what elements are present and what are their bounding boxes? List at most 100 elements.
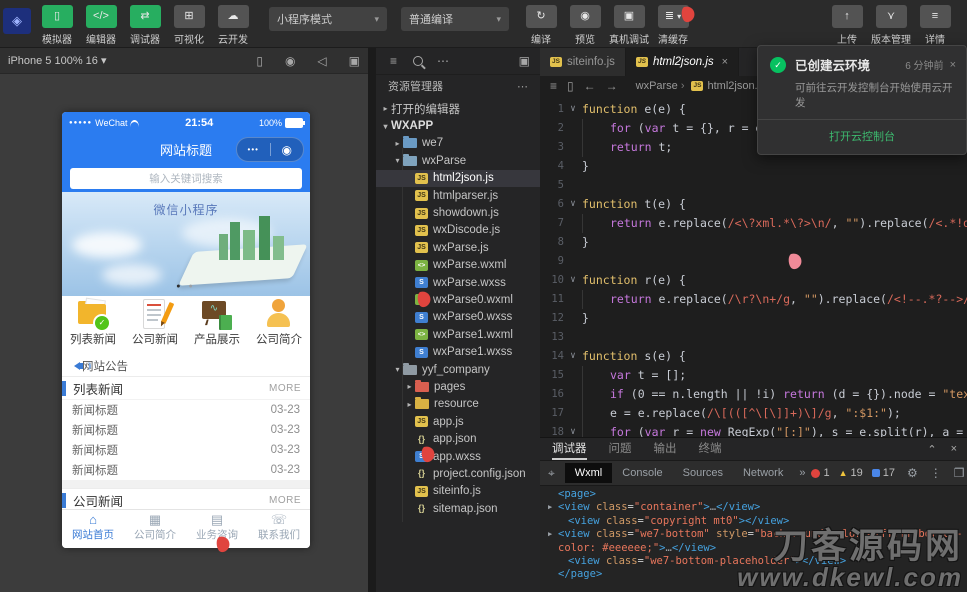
menu-icon[interactable]: ≡ [390, 54, 397, 68]
more-link[interactable]: MORE [269, 383, 301, 394]
tree-item[interactable]: {} project.config.json [376, 465, 540, 482]
tree-item[interactable]: ▸ resource [376, 396, 540, 413]
collapse-icon[interactable]: ⌃ [927, 443, 936, 456]
rotate-device-icon[interactable]: ▯ [256, 54, 263, 68]
tree-item[interactable]: ▾ WXAPP [376, 117, 540, 134]
grid-item-products[interactable]: ∿ 产品展示 [186, 296, 248, 356]
announcement-row[interactable]: 网站公告 [62, 356, 310, 376]
more-tabs-icon[interactable]: » [799, 467, 805, 479]
tree-item[interactable]: <>wxParse0.wxml [376, 291, 540, 308]
toolbar-button-cloud-dev[interactable]: ☁ 云开发 [213, 5, 253, 46]
expand-arrow-icon[interactable]: ▶ [548, 501, 558, 514]
tree-item[interactable]: ▸ 打开的编辑器 [376, 100, 540, 117]
split-editor-icon[interactable]: ▣ [519, 54, 530, 68]
device-selector[interactable]: iPhone 5 100% 16 ▾ [8, 54, 107, 67]
tree-item[interactable]: JS siteinfo.js [376, 483, 540, 500]
tree-item[interactable]: JS wxDiscode.js [376, 222, 540, 239]
toolbar-button-upload[interactable]: ↑ 上传 [827, 5, 867, 46]
news-row[interactable]: 新闻标题 03-23 [62, 440, 310, 460]
ellipsis-icon[interactable]: ⋯ [437, 54, 449, 68]
bookmark-icon[interactable]: ▯ [567, 79, 574, 93]
tree-item[interactable]: SwxParse.wxss [376, 274, 540, 291]
tabbar-item-building[interactable]: ▦ 公司简介 [124, 510, 186, 548]
news-row[interactable]: 新闻标题 03-23 [62, 400, 310, 420]
debugger-tab-调试器[interactable]: 调试器 [552, 438, 587, 460]
toolbar-button-editor[interactable]: </> 编辑器 [81, 5, 121, 46]
tree-item[interactable]: <> wxParse1.wxml [376, 326, 540, 343]
grid-item-company-news[interactable]: 公司新闻 [124, 296, 186, 356]
inspect-element-icon[interactable]: ⌖ [548, 466, 555, 481]
tree-item[interactable]: ▸ we7 [376, 135, 540, 152]
tree-item[interactable]: SwxParse1.wxss [376, 343, 540, 360]
fold-arrow-icon[interactable]: ∨ [564, 195, 582, 214]
tree-item[interactable]: {} sitemap.json [376, 500, 540, 517]
more-menu-button[interactable]: ••• [237, 145, 270, 154]
error-icon[interactable] [811, 468, 821, 478]
search-input[interactable]: 输入关键词搜索 [70, 167, 302, 189]
toolbar-button-debugger[interactable]: ⇄ 调试器 [125, 5, 165, 46]
search-icon[interactable] [413, 56, 424, 66]
app-logo-icon[interactable]: ◈ [3, 8, 31, 34]
news-row[interactable]: 新闻标题 03-23 [62, 460, 310, 480]
explorer-more-icon[interactable]: ⋯ [517, 80, 528, 93]
info-icon[interactable] [871, 469, 880, 477]
banner-carousel[interactable]: 微信小程序 ● ● [62, 192, 310, 296]
wxml-node[interactable]: <page> [548, 488, 963, 501]
devtools-tab-wxml[interactable]: Wxml [564, 463, 613, 483]
debugger-tab-终端[interactable]: 终端 [699, 438, 722, 460]
tree-item[interactable]: {} app.json [376, 430, 540, 447]
kebab-menu-icon[interactable]: ⋮ [930, 466, 942, 480]
news-row[interactable]: 新闻标题 03-23 [62, 420, 310, 440]
tree-item[interactable]: JS wxParse.js [376, 239, 540, 256]
tabbar-item-home[interactable]: ⌂ 网站首页 [62, 510, 124, 548]
back-arrow-icon[interactable]: ← [584, 79, 596, 93]
devtools-tab-console[interactable]: Console [612, 463, 672, 483]
tree-item[interactable]: SwxParse0.wxss [376, 309, 540, 326]
multi-window-icon[interactable]: ▣ [349, 54, 360, 68]
toolbar-button-visualization[interactable]: ⊞ 可视化 [169, 5, 209, 46]
toolbar-button-preview[interactable]: ◉ 预览 [565, 5, 605, 46]
tree-item[interactable]: Sapp.wxss [376, 448, 540, 465]
devtools-tab-sources[interactable]: Sources [673, 463, 733, 483]
grid-item-news-list[interactable]: ✓ 列表新闻 [62, 296, 124, 356]
tree-item[interactable]: ▾ wxParse [376, 152, 540, 169]
tree-item[interactable]: ▸ pages [376, 378, 540, 395]
tree-item[interactable]: <> wxParse.wxml [376, 257, 540, 274]
tree-item[interactable]: ▾ yyf_company [376, 361, 540, 378]
close-tab-icon[interactable]: × [722, 56, 728, 68]
fold-arrow-icon[interactable]: ∨ [564, 347, 582, 366]
toolbar-button-details[interactable]: ≡ 详情 [915, 5, 955, 46]
toast-close-icon[interactable]: × [950, 59, 956, 71]
close-icon[interactable]: × [951, 443, 957, 455]
forward-arrow-icon[interactable]: → [606, 79, 618, 93]
tree-item[interactable]: JS showdown.js [376, 204, 540, 221]
tree-item[interactable]: JS htmlparser.js [376, 187, 540, 204]
open-cloud-console-button[interactable]: 打开云控制台 [758, 120, 966, 148]
menu-icon[interactable]: ≡ [550, 79, 557, 93]
toolbar-button-version-control[interactable]: ⋎ 版本管理 [871, 5, 911, 46]
wxml-node[interactable]: ▶ <view class="container">…</view> [548, 501, 963, 514]
toolbar-button-compile[interactable]: ↻ 编译 [521, 5, 561, 46]
more-link[interactable]: MORE [269, 495, 301, 506]
mode-dropdown[interactable]: 小程序模式 ▾ [269, 7, 387, 31]
send-icon[interactable]: ◁ [317, 54, 326, 68]
dock-icon[interactable]: ❒ [954, 466, 965, 480]
fold-arrow-icon[interactable]: ∨ [564, 423, 582, 437]
editor-tab[interactable]: JS siteinfo.js [540, 48, 626, 76]
debugger-tab-问题[interactable]: 问题 [609, 438, 632, 460]
grid-item-company-profile[interactable]: 公司简介 [248, 296, 310, 356]
fold-arrow-icon[interactable]: ∨ [564, 271, 582, 290]
toolbar-button-simulator[interactable]: ▯ 模拟器 [37, 5, 77, 46]
debugger-tab-输出[interactable]: 输出 [654, 438, 677, 460]
gear-icon[interactable]: ⚙ [907, 466, 918, 480]
toolbar-button-device-debug[interactable]: ▣ 真机调试 [609, 5, 649, 46]
tree-item[interactable]: JS app.js [376, 413, 540, 430]
expand-arrow-icon[interactable]: ▶ [548, 528, 558, 555]
devtools-tab-network[interactable]: Network [733, 463, 793, 483]
fold-arrow-icon[interactable]: ∨ [564, 100, 582, 119]
close-miniprogram-button[interactable]: ◉ [271, 143, 304, 157]
tree-item[interactable]: JS html2json.js [376, 169, 540, 187]
warning-icon[interactable]: ▲ [839, 468, 848, 478]
compile-dropdown[interactable]: 普通编译 ▾ [401, 7, 509, 31]
tabbar-item-phone[interactable]: ☏ 联系我们 [248, 510, 310, 548]
